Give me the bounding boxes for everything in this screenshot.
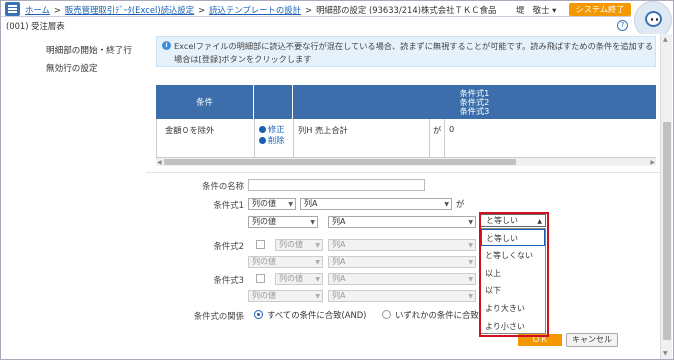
chevron-down-icon: ▼	[288, 201, 293, 208]
scroll-right-icon[interactable]: ▶	[650, 159, 655, 166]
table-header: 条件 条件式1 条件式2 条件式3	[156, 85, 656, 119]
chevron-down-icon: ▼	[468, 259, 473, 266]
top-bar: ホーム > 販売管理取引ﾃﾞｰﾀ(Excel)読込設定 > 読込テンプレートの設計 > 明細…	[1, 1, 631, 17]
relation-or-radio[interactable]	[382, 310, 391, 319]
expr3-column-select[interactable]: 列A ▼	[328, 273, 476, 285]
expr1-type2-value: 列の値	[252, 217, 276, 226]
expr3-column2-value: 列A	[332, 291, 346, 300]
breadcrumb-import-settings[interactable]: 販売管理取引ﾃﾞｰﾀ(Excel)読込設定	[65, 5, 194, 15]
expr1-type-value: 列の値	[252, 199, 276, 208]
chevron-down-icon: ▼	[468, 276, 473, 283]
sidebar-item-invalid-rows[interactable]: 無効行の設定	[46, 62, 98, 74]
expr2-column-value: 列A	[332, 240, 346, 249]
page-vertical-scrollbar[interactable]: ▲ ▼	[660, 34, 672, 359]
expr1-column2-value: 列A	[332, 217, 346, 226]
expr1-type2-select[interactable]: 列の値 ▼	[248, 216, 318, 228]
expr3-type-select[interactable]: 列の値 ▼	[275, 273, 323, 285]
expr2-column2-value: 列A	[332, 257, 346, 266]
breadcrumb-template-design[interactable]: 読込テンプレートの設計	[209, 5, 301, 15]
expr2-type2-value: 列の値	[252, 257, 276, 266]
chevron-down-icon: ▼	[315, 259, 320, 266]
user-name: 堤 敬士 ▾	[516, 5, 557, 15]
expr3-type2-value: 列の値	[252, 291, 276, 300]
chevron-down-icon: ▼	[444, 201, 449, 208]
expr3-column-value: 列A	[332, 274, 346, 283]
chevron-down-icon: ▼	[315, 242, 320, 249]
divider	[146, 172, 660, 173]
relation-or-label: いずれかの条件に合致	[395, 310, 479, 320]
breadcrumb-separator: >	[198, 5, 206, 15]
expr3-column2-select[interactable]: 列A ▼	[328, 290, 476, 302]
info-text: Excelファイルの明細部に読込不要な行が混在している場合、読まずに無視すること…	[174, 41, 654, 64]
breadcrumb-home[interactable]: ホーム	[25, 5, 50, 15]
expr2-type-select[interactable]: 列の値 ▼	[275, 239, 323, 251]
highlight-box	[479, 212, 549, 337]
expr1-column-select[interactable]: 列A ▼	[300, 198, 452, 210]
main-content: i Excelファイルの明細部に読込不要な行が混在している場合、読まずに無視する…	[146, 34, 660, 359]
relation-and-radio[interactable]	[254, 310, 263, 319]
scrollbar-thumb[interactable]	[164, 159, 516, 165]
expr2-type2-select[interactable]: 列の値 ▼	[248, 256, 323, 268]
chevron-down-icon: ▼	[468, 293, 473, 300]
name-label: 条件の名称	[202, 181, 244, 191]
system-exit-button[interactable]: システム終了	[569, 3, 631, 16]
mascot-face-icon	[645, 11, 662, 27]
user-menu[interactable]: 堤 敬士 ▾	[516, 4, 556, 16]
chevron-down-icon: ▼	[315, 276, 320, 283]
chevron-down-icon: ▼	[468, 242, 473, 249]
info-message: i Excelファイルの明細部に読込不要な行が混在している場合、読まずに無視する…	[156, 36, 656, 67]
scroll-down-icon[interactable]: ▼	[663, 350, 668, 357]
expr1-column-value: 列A	[304, 199, 318, 208]
relation-label: 条件式の関係	[193, 311, 244, 321]
sidebar: 明細部の開始・終了行 無効行の設定	[1, 34, 146, 359]
expr3-type-value: 列の値	[279, 274, 303, 283]
expr2-type-value: 列の値	[279, 240, 303, 249]
condition-name-input[interactable]	[248, 179, 425, 191]
chevron-down-icon: ▼	[315, 293, 320, 300]
breadcrumb: ホーム > 販売管理取引ﾃﾞｰﾀ(Excel)読込設定 > 読込テンプレートの設計 > 明細…	[25, 4, 496, 16]
hamburger-menu-icon[interactable]	[5, 2, 20, 16]
relation-and-label: すべての条件に合致(AND)	[267, 310, 367, 320]
chevron-down-icon: ▼	[310, 219, 315, 226]
cancel-button[interactable]: キャンセル	[566, 333, 618, 347]
header-expr3: 条件式3	[459, 106, 490, 116]
expr3-checkbox[interactable]	[256, 274, 265, 283]
edit-icon	[259, 126, 266, 133]
table-horizontal-scrollbar[interactable]: ◀ ▶	[156, 158, 656, 166]
breadcrumb-separator: >	[53, 5, 61, 15]
scroll-left-icon[interactable]: ◀	[157, 159, 162, 166]
expr3-label: 条件式3	[213, 275, 244, 285]
row-particle: が	[433, 125, 442, 135]
expr1-column2-select[interactable]: 列A ▼	[328, 216, 476, 228]
row-column: 列H 売上合計	[298, 125, 348, 135]
sub-bar: (001) 受注層表 ?	[1, 18, 631, 33]
expr1-particle: が	[456, 199, 465, 209]
scroll-up-icon[interactable]: ▲	[663, 36, 668, 43]
row-condition-name: 金額０を除外	[165, 125, 215, 135]
delete-link[interactable]: 削除	[259, 134, 284, 146]
expr2-label: 条件式2	[213, 241, 244, 251]
expr3-type2-select[interactable]: 列の値 ▼	[248, 290, 323, 302]
help-icon[interactable]: ?	[617, 20, 628, 31]
info-icon: i	[162, 41, 171, 50]
header-condition: 条件	[156, 85, 254, 119]
expr2-column-select[interactable]: 列A ▼	[328, 239, 476, 251]
expr2-column2-select[interactable]: 列A ▼	[328, 256, 476, 268]
expr1-label: 条件式1	[213, 200, 244, 210]
expr1-type-select[interactable]: 列の値 ▼	[248, 198, 296, 210]
chevron-down-icon: ▼	[468, 219, 473, 226]
sidebar-item-detail-range[interactable]: 明細部の開始・終了行	[46, 44, 132, 56]
row-value: 0	[449, 124, 455, 134]
breadcrumb-current: 明細部の設定 (93633/214)株式会社ＴＫＣ食品	[316, 5, 497, 15]
page-subtitle: (001) 受注層表	[6, 21, 65, 31]
scrollbar-thumb[interactable]	[663, 122, 671, 340]
expr2-checkbox[interactable]	[256, 240, 265, 249]
breadcrumb-separator: >	[305, 5, 313, 15]
table-row: 金額０を除外 修正 削除 列H 売上合計 が 0	[156, 119, 656, 158]
delete-icon	[259, 137, 266, 144]
header-actions	[254, 85, 293, 119]
header-expressions: 条件式1 条件式2 条件式3	[293, 89, 656, 116]
